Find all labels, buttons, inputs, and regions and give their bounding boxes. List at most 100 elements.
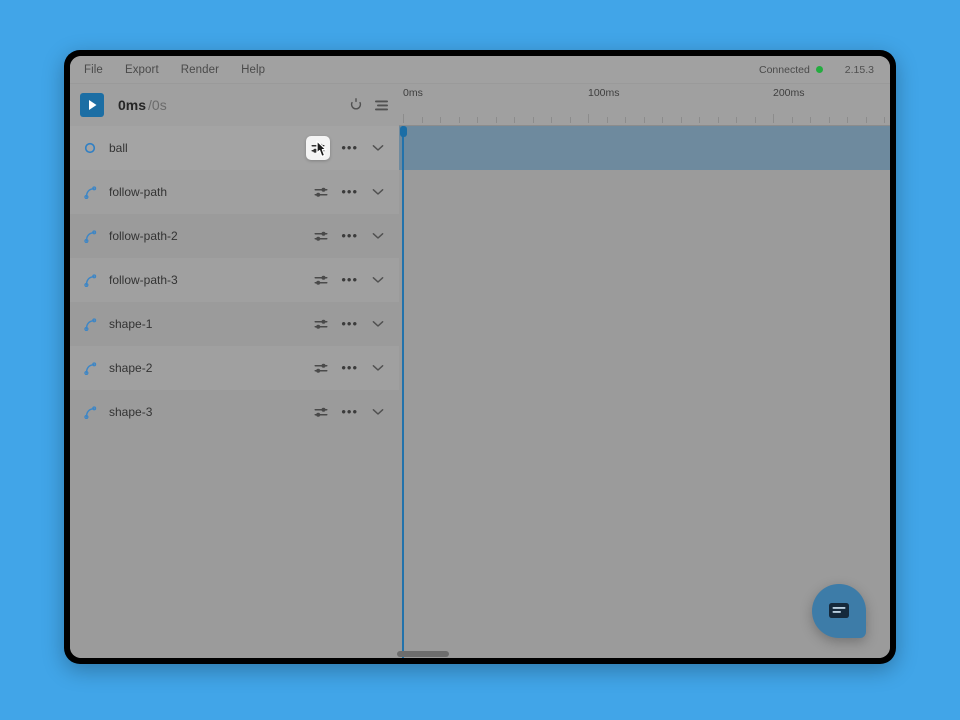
chevron-down-icon — [372, 365, 384, 371]
layer-name-label: shape-2 — [109, 361, 153, 375]
sliders-icon — [314, 231, 328, 241]
layer-settings-button[interactable] — [306, 136, 331, 160]
layer-more-button[interactable]: ••• — [341, 141, 358, 154]
work-area: ball ••• follow-path ••• follow-path-2 ••• fol… — [70, 126, 890, 658]
app-window: File Export Render Help Connected 2.15.3… — [70, 56, 890, 658]
circle-icon — [84, 142, 96, 154]
horizontal-scrollbar[interactable] — [70, 650, 890, 658]
ruler-tick — [532, 117, 534, 123]
layer-name-label: follow-path — [109, 185, 168, 199]
layer-row[interactable]: follow-path-3 ••• — [70, 258, 399, 302]
layer-settings-button[interactable] — [312, 359, 330, 377]
layer-expand-button[interactable] — [369, 183, 387, 201]
bezier-path-icon — [84, 273, 97, 287]
ruler-tick — [699, 117, 700, 123]
chevron-down-icon — [372, 277, 384, 283]
app-version-label: 2.15.3 — [844, 63, 874, 76]
playhead-knob[interactable] — [399, 126, 407, 137]
playhead[interactable] — [399, 126, 407, 658]
layer-expand-button[interactable] — [369, 359, 387, 377]
layer-name-label: shape-1 — [109, 317, 153, 331]
chat-fab-button[interactable] — [812, 584, 866, 638]
bezier-path-icon — [84, 185, 97, 199]
layer-row[interactable]: follow-path-2 ••• — [70, 214, 399, 258]
connection-status-label: Connected — [759, 63, 810, 76]
sliders-icon — [314, 407, 328, 417]
connection-status: Connected — [759, 64, 823, 76]
layer-name-label: follow-path-2 — [109, 229, 178, 243]
timeline-tracks[interactable] — [399, 126, 890, 658]
layer-expand-button[interactable] — [369, 315, 387, 333]
chevron-down-icon — [372, 145, 384, 151]
menu-item-render[interactable]: Render — [181, 64, 219, 76]
ruler-tick — [495, 117, 497, 123]
layer-settings-button[interactable] — [312, 403, 330, 421]
layer-more-button[interactable]: ••• — [341, 361, 358, 374]
layer-expand-button[interactable] — [369, 139, 387, 157]
layers-icon[interactable] — [374, 99, 389, 112]
ruler-tick — [440, 117, 441, 123]
layer-row[interactable]: shape-1 ••• — [70, 302, 399, 346]
layer-row[interactable]: shape-2 ••• — [70, 346, 399, 390]
sliders-icon — [314, 187, 328, 197]
layer-expand-button[interactable] — [369, 403, 387, 421]
menu-bar: File Export Render Help Connected 2.15.3 — [70, 56, 890, 84]
ruler-tick — [754, 117, 756, 123]
time-display: 0ms/0s — [118, 97, 167, 113]
layer-row[interactable]: ball ••• — [70, 126, 399, 170]
ruler-tick — [773, 114, 774, 123]
layer-expand-button[interactable] — [369, 271, 387, 289]
menu-item-export[interactable]: Export — [125, 64, 159, 76]
layer-list: ball ••• follow-path ••• follow-path-2 ••• fol… — [70, 126, 399, 658]
layer-row-actions: ••• — [312, 271, 387, 289]
chevron-down-icon — [372, 233, 384, 239]
timeline-track-row[interactable] — [399, 346, 890, 390]
timeline-track-row[interactable] — [399, 170, 890, 214]
ruler-tick — [717, 117, 719, 123]
chevron-down-icon — [372, 409, 384, 415]
menu-item-file[interactable]: File — [84, 64, 103, 76]
timeline-track-row[interactable] — [399, 390, 890, 434]
layer-expand-button[interactable] — [369, 227, 387, 245]
bezier-path-icon — [84, 361, 97, 375]
layer-more-button[interactable]: ••• — [341, 317, 358, 330]
sliders-icon — [314, 275, 328, 285]
timeline-track-row[interactable] — [399, 126, 890, 170]
ruler-tick — [810, 117, 811, 123]
ruler-tick — [791, 117, 793, 123]
bezier-path-icon — [84, 273, 98, 287]
scrollbar-thumb[interactable] — [397, 651, 449, 657]
layer-settings-button[interactable] — [312, 183, 330, 201]
layer-row[interactable]: shape-3 ••• — [70, 390, 399, 434]
layer-row[interactable]: follow-path ••• — [70, 170, 399, 214]
layer-row-actions: ••• — [312, 227, 387, 245]
bezier-path-icon — [84, 405, 98, 419]
layer-more-button[interactable]: ••• — [341, 229, 358, 242]
total-time-label: /0s — [148, 97, 167, 113]
layer-settings-button[interactable] — [312, 227, 330, 245]
layer-more-button[interactable]: ••• — [341, 185, 358, 198]
ruler-label-200ms: 200ms — [773, 87, 805, 99]
ruler-tick — [680, 117, 682, 123]
ruler-tick — [551, 117, 552, 123]
layer-row-actions: ••• — [306, 136, 387, 160]
layer-settings-button[interactable] — [312, 271, 330, 289]
ruler-tick — [588, 114, 589, 123]
timeline-track-row[interactable] — [399, 258, 890, 302]
timeline-ruler[interactable]: 0ms 100ms 200ms — [399, 84, 890, 126]
layer-row-actions: ••• — [312, 183, 387, 201]
play-button[interactable] — [80, 93, 104, 117]
timeline-track-row[interactable] — [399, 302, 890, 346]
menu-item-help[interactable]: Help — [241, 64, 265, 76]
layer-name-label: follow-path-3 — [109, 273, 178, 287]
layer-settings-button[interactable] — [312, 315, 330, 333]
chevron-down-icon — [372, 321, 384, 327]
sliders-icon — [314, 363, 328, 373]
layer-more-button[interactable]: ••• — [341, 273, 358, 286]
layer-more-button[interactable]: ••• — [341, 405, 358, 418]
loop-icon[interactable] — [349, 98, 363, 112]
layer-name-label: shape-3 — [109, 405, 153, 419]
ruler-tick — [662, 117, 663, 123]
timeline-track-row[interactable] — [399, 214, 890, 258]
ruler-tick — [403, 114, 404, 123]
